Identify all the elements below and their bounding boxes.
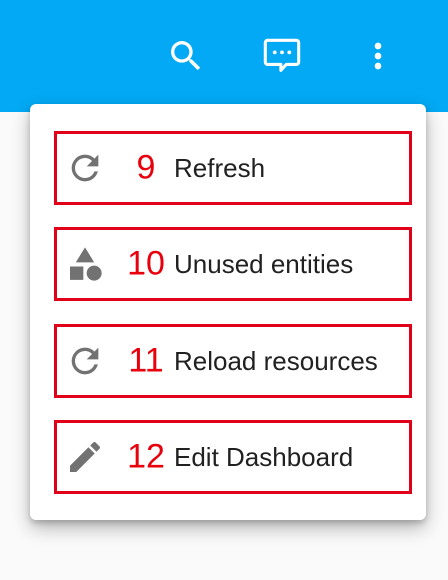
pencil-icon <box>65 437 105 477</box>
app-toolbar <box>0 0 448 112</box>
menu-item-label: Reload resources <box>174 346 378 376</box>
message-dots-icon[interactable] <box>258 32 306 80</box>
menu-item-edit-dashboard[interactable]: 12 Edit Dashboard <box>54 420 412 494</box>
annotation-number: 11 <box>128 341 164 380</box>
annotation-number: 9 <box>136 148 156 187</box>
menu-item-label: Unused entities <box>174 249 354 279</box>
shapes-icon <box>65 244 105 284</box>
menu-item-refresh[interactable]: 9 Refresh <box>54 131 412 205</box>
annotation-number: 10 <box>127 244 165 283</box>
overflow-menu: 9 Refresh 10 Unused entities 11 Reload r… <box>30 104 426 520</box>
menu-item-label: Refresh <box>174 153 266 183</box>
search-icon[interactable] <box>162 32 210 80</box>
menu-item-label: Edit Dashboard <box>174 442 354 472</box>
annotation-number: 12 <box>127 437 165 476</box>
refresh-icon <box>65 148 105 188</box>
menu-item-reload-resources[interactable]: 11 Reload resources <box>54 324 412 398</box>
menu-item-unused-entities[interactable]: 10 Unused entities <box>54 227 412 301</box>
dots-vertical-icon[interactable] <box>354 32 402 80</box>
refresh-icon <box>65 341 105 381</box>
